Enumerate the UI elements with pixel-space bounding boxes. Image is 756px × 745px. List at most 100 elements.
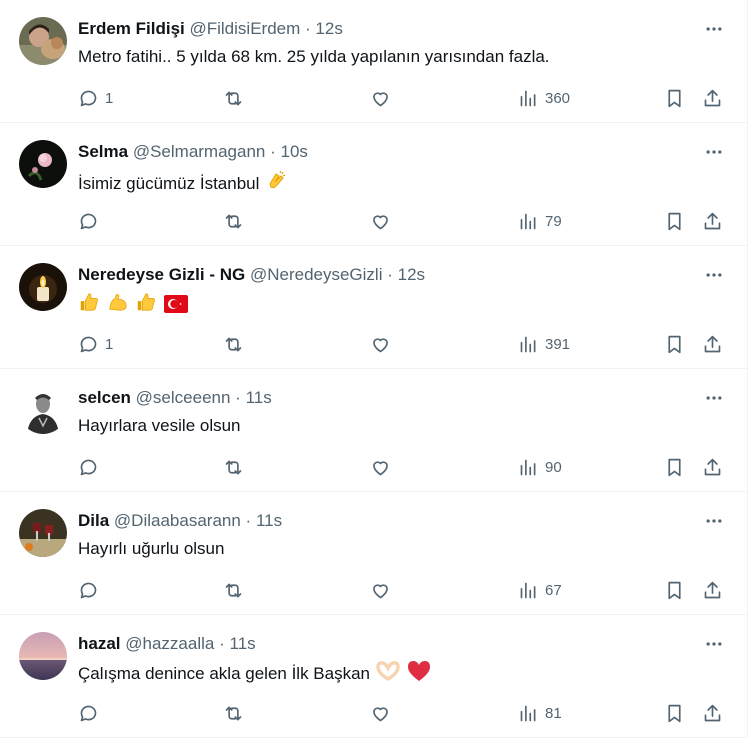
avatar[interactable]	[19, 632, 67, 680]
user-handle[interactable]: @NeredeyseGizli	[250, 265, 383, 284]
flexed-biceps-emoji-icon	[109, 294, 127, 311]
avatar[interactable]	[19, 263, 67, 311]
retweet-button[interactable]	[223, 577, 244, 603]
avatar[interactable]	[19, 140, 67, 188]
avatar[interactable]	[19, 17, 67, 65]
tweet-text-content: Metro fatihi.. 5 yılda 68 km. 25 yılda y…	[78, 47, 550, 66]
retweet-button[interactable]	[223, 85, 244, 111]
separator-dot: ·	[219, 634, 225, 653]
reply-button[interactable]: 1	[78, 85, 113, 111]
views-button[interactable]: 81	[518, 700, 562, 726]
views-button[interactable]: 67	[518, 577, 562, 603]
more-options-icon[interactable]	[703, 264, 725, 286]
tweet-actions: 67	[78, 577, 729, 603]
bookmark-icon	[668, 212, 681, 230]
reply-icon	[80, 582, 97, 598]
reply-button[interactable]	[78, 700, 105, 726]
share-button[interactable]	[702, 208, 723, 234]
tweet-text: Hayırlı uğurlu olsun	[78, 537, 224, 561]
tweet-actions: 90	[78, 454, 729, 480]
views-count: 360	[545, 89, 571, 107]
share-button[interactable]	[702, 85, 723, 111]
views-button[interactable]: 90	[518, 454, 562, 480]
bookmark-button[interactable]	[664, 85, 685, 111]
avatar[interactable]	[19, 509, 67, 557]
like-button[interactable]	[370, 331, 391, 357]
like-button[interactable]	[370, 85, 391, 111]
more-options-icon[interactable]	[703, 387, 725, 409]
display-name[interactable]: selcen	[78, 388, 131, 407]
display-name[interactable]: hazal	[78, 634, 121, 653]
display-name[interactable]: Erdem Fildişi	[78, 19, 185, 38]
retweet-button[interactable]	[223, 700, 244, 726]
display-name[interactable]: Dila	[78, 511, 109, 530]
reply-count: 1	[105, 89, 114, 107]
user-handle[interactable]: @selceeenn	[136, 388, 231, 407]
more-options-icon[interactable]	[703, 633, 725, 655]
views-chart-icon	[520, 582, 536, 598]
bookmark-button[interactable]	[664, 577, 685, 603]
share-icon	[704, 335, 721, 352]
tweet-actions: 1 391	[78, 331, 729, 357]
user-handle[interactable]: @FildisiErdem	[189, 19, 300, 38]
avatar[interactable]	[19, 386, 67, 434]
tweet[interactable]: Erdem Fildişi @FildisiErdem · 12s Metro …	[0, 0, 747, 123]
share-button[interactable]	[702, 577, 723, 603]
tweet[interactable]: hazal @hazzaalla · 11s Çalışma denince a…	[0, 615, 747, 738]
tweet[interactable]: selcen @selceeenn · 11s Hayırlara vesile…	[0, 369, 747, 492]
share-button[interactable]	[702, 331, 723, 357]
user-handle[interactable]: @Dilaabasarann	[114, 511, 241, 530]
share-icon	[704, 89, 721, 106]
timestamp[interactable]: 12s	[315, 19, 342, 38]
views-button[interactable]: 391	[518, 331, 570, 357]
display-name[interactable]: Selma	[78, 142, 128, 161]
separator-dot: ·	[245, 511, 252, 530]
reply-button[interactable]	[78, 454, 105, 480]
like-button[interactable]	[370, 208, 391, 234]
bookmark-button[interactable]	[664, 454, 685, 480]
reply-button[interactable]	[78, 208, 105, 234]
display-name[interactable]: Neredeyse Gizli - NG	[78, 265, 245, 284]
reply-icon	[80, 705, 97, 721]
bookmark-button[interactable]	[664, 208, 685, 234]
timestamp[interactable]: 10s	[281, 142, 308, 161]
retweet-icon	[225, 214, 242, 228]
views-button[interactable]: 360	[518, 85, 570, 111]
like-button[interactable]	[370, 454, 391, 480]
bookmark-icon	[668, 458, 681, 476]
retweet-icon	[225, 706, 242, 720]
tweet[interactable]: Neredeyse Gizli - NG @NeredeyseGizli · 1…	[0, 246, 747, 369]
tweet-header: Dila @Dilaabasarann · 11s	[78, 510, 282, 532]
turkey-flag-emoji-icon	[164, 295, 189, 313]
tweet-text	[78, 291, 190, 317]
reply-button[interactable]: 1	[78, 331, 113, 357]
tweet[interactable]: Dila @Dilaabasarann · 11s Hayırlı uğurlu…	[0, 492, 747, 615]
views-button[interactable]: 79	[518, 208, 562, 234]
bookmark-button[interactable]	[664, 700, 685, 726]
timestamp[interactable]: 12s	[398, 265, 425, 284]
tweet-header: hazal @hazzaalla · 11s	[78, 633, 256, 655]
like-button[interactable]	[370, 577, 391, 603]
share-icon	[704, 212, 721, 229]
share-button[interactable]	[702, 700, 723, 726]
retweet-button[interactable]	[223, 331, 244, 357]
user-handle[interactable]: @hazzaalla	[125, 634, 214, 653]
like-button[interactable]	[370, 700, 391, 726]
heart-icon	[373, 706, 388, 721]
user-handle[interactable]: @Selmarmagann	[133, 142, 266, 161]
timestamp[interactable]: 11s	[256, 511, 282, 530]
more-options-icon[interactable]	[703, 141, 725, 163]
separator-dot: ·	[270, 142, 276, 161]
timestamp[interactable]: 11s	[246, 388, 272, 407]
more-options-icon[interactable]	[703, 510, 725, 532]
views-count: 391	[545, 335, 571, 353]
reply-button[interactable]	[78, 577, 105, 603]
retweet-button[interactable]	[223, 454, 244, 480]
retweet-button[interactable]	[223, 208, 244, 234]
tweet[interactable]: Selma @Selmarmagann · 10s İsimiz gücümüz…	[0, 123, 747, 246]
tweet-actions: 1 360	[78, 85, 729, 111]
bookmark-button[interactable]	[664, 331, 685, 357]
timestamp[interactable]: 11s	[230, 634, 256, 653]
share-button[interactable]	[702, 454, 723, 480]
more-options-icon[interactable]	[703, 18, 725, 40]
